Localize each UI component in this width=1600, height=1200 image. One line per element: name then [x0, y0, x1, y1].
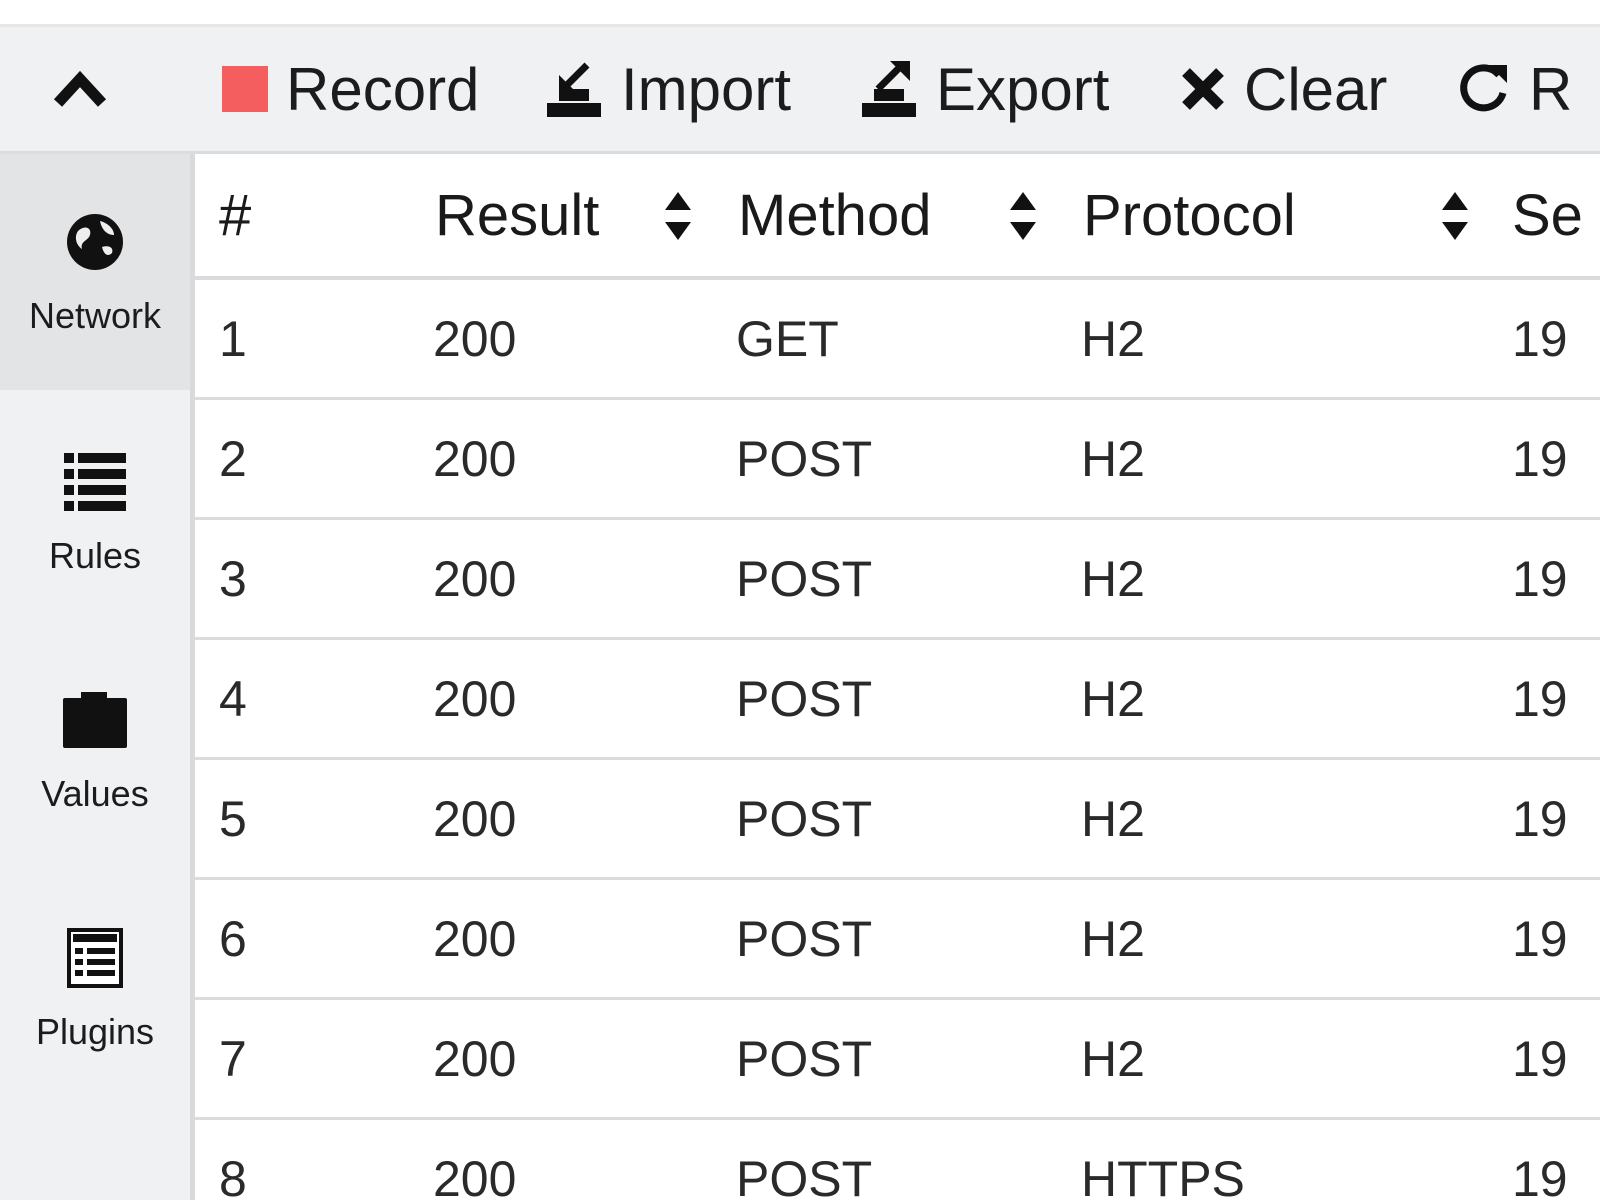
cell-result: 200: [433, 790, 517, 847]
cell-method: POST: [736, 550, 873, 607]
cell-number: 6: [219, 910, 247, 967]
cell-method: GET: [736, 310, 839, 367]
column-header-method[interactable]: Method: [738, 154, 931, 276]
table-row[interactable]: 3 200 POST H2 19: [195, 520, 1600, 640]
cell-protocol: H2: [1081, 670, 1145, 727]
sidebar-item-label: Network: [28, 295, 162, 336]
export-button[interactable]: Export: [860, 27, 1109, 151]
table-row[interactable]: 7 200 POST H2 19: [195, 1000, 1600, 1120]
cell-method: POST: [736, 430, 873, 487]
sidebar-item-plugins[interactable]: Plugins: [0, 870, 190, 1106]
clear-label: Clear: [1244, 55, 1388, 123]
column-header-server[interactable]: Se: [1512, 154, 1583, 276]
collapse-toolbar-button[interactable]: [52, 27, 108, 151]
cell-server: 19: [1512, 670, 1568, 727]
sort-icon[interactable]: [1441, 190, 1469, 242]
import-label: Import: [621, 55, 792, 123]
cell-protocol: HTTPS: [1081, 1150, 1245, 1200]
cell-server: 19: [1512, 550, 1568, 607]
sidebar-item-values[interactable]: Values: [0, 632, 190, 868]
cell-result: 200: [433, 670, 517, 727]
sidebar-item-rules[interactable]: Rules: [0, 394, 190, 630]
cell-method: POST: [736, 1030, 873, 1087]
chevron-up-icon: [53, 70, 107, 107]
export-icon: [862, 61, 916, 117]
cell-server: 19: [1512, 910, 1568, 967]
cell-result: 200: [433, 430, 517, 487]
record-button[interactable]: Record: [222, 27, 479, 151]
cell-number: 7: [219, 1030, 247, 1087]
cell-protocol: H2: [1081, 310, 1145, 367]
refresh-icon: [1460, 64, 1507, 112]
sidebar: Network Rules Values Plugins: [0, 154, 195, 1200]
list-icon: [64, 453, 126, 511]
clear-button[interactable]: Clear: [1180, 27, 1387, 151]
cell-number: 4: [219, 670, 247, 727]
network-table: # Result Method Protocol Se 1 200 GET H2…: [195, 154, 1600, 1200]
cell-result: 200: [433, 910, 517, 967]
cell-result: 200: [433, 550, 517, 607]
column-header-result[interactable]: Result: [435, 154, 599, 276]
table-row[interactable]: 5 200 POST H2 19: [195, 760, 1600, 880]
cell-method: POST: [736, 1150, 873, 1200]
cell-server: 19: [1512, 790, 1568, 847]
cell-number: 3: [219, 550, 247, 607]
toolbar: Record Import Export Clear R: [0, 27, 1600, 154]
sidebar-item-label: Values: [41, 773, 149, 814]
cell-method: POST: [736, 910, 873, 967]
cell-result: 200: [433, 1150, 517, 1200]
export-label: Export: [936, 55, 1110, 123]
column-header-number[interactable]: #: [219, 154, 251, 276]
replay-button[interactable]: R: [1455, 27, 1572, 151]
close-icon: [1182, 68, 1224, 110]
cell-method: POST: [736, 670, 873, 727]
window-top-strip: [0, 0, 1600, 27]
import-button[interactable]: Import: [545, 27, 791, 151]
plugin-list-icon: [67, 928, 123, 988]
table-row[interactable]: 4 200 POST H2 19: [195, 640, 1600, 760]
cell-result: 200: [433, 1030, 517, 1087]
cell-protocol: H2: [1081, 430, 1145, 487]
cell-protocol: H2: [1081, 1030, 1145, 1087]
table-row[interactable]: 6 200 POST H2 19: [195, 880, 1600, 1000]
record-icon: [222, 66, 268, 112]
table-header: # Result Method Protocol Se: [195, 154, 1600, 280]
table-row[interactable]: 1 200 GET H2 19: [195, 280, 1600, 400]
table-row[interactable]: 8 200 POST HTTPS 19: [195, 1120, 1600, 1200]
sidebar-item-network[interactable]: Network: [0, 154, 190, 390]
folder-icon: [63, 692, 127, 748]
cell-number: 2: [219, 430, 247, 487]
cell-server: 19: [1512, 1150, 1568, 1200]
sort-icon[interactable]: [664, 190, 692, 242]
table-row[interactable]: 2 200 POST H2 19: [195, 400, 1600, 520]
sidebar-item-label: Plugins: [35, 1011, 155, 1052]
cell-server: 19: [1512, 310, 1568, 367]
cell-number: 1: [219, 310, 247, 367]
sidebar-item-label: Rules: [48, 535, 142, 576]
cell-number: 8: [219, 1150, 247, 1200]
cell-server: 19: [1512, 1030, 1568, 1087]
replay-label: R: [1529, 55, 1573, 123]
cell-protocol: H2: [1081, 910, 1145, 967]
cell-method: POST: [736, 790, 873, 847]
import-icon: [547, 62, 601, 117]
cell-number: 5: [219, 790, 247, 847]
column-header-protocol[interactable]: Protocol: [1083, 154, 1296, 276]
globe-icon: [67, 214, 123, 270]
record-label: Record: [286, 55, 480, 123]
cell-server: 19: [1512, 430, 1568, 487]
cell-protocol: H2: [1081, 550, 1145, 607]
cell-protocol: H2: [1081, 790, 1145, 847]
cell-result: 200: [433, 310, 517, 367]
sort-icon[interactable]: [1009, 190, 1037, 242]
